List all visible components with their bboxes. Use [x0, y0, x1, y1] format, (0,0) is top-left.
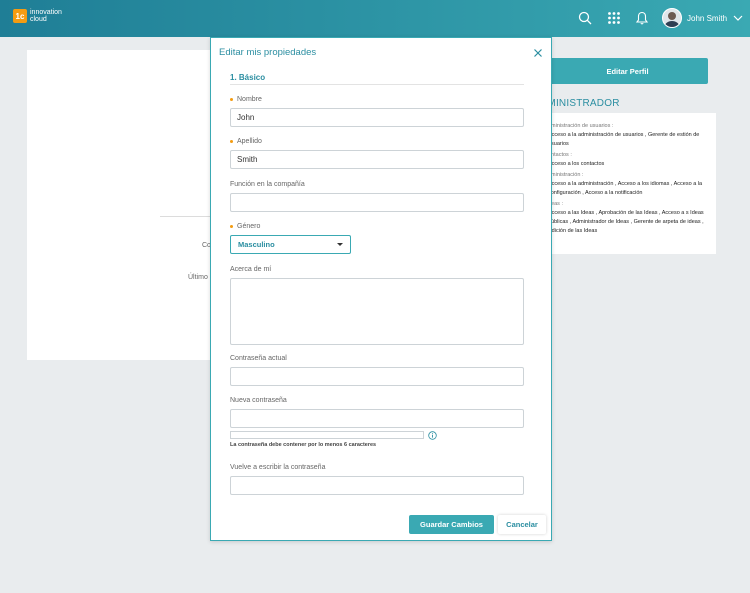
nueva-contrasena-label-text: Nueva contraseña: [230, 397, 287, 404]
logo-badge: 1c: [13, 9, 27, 23]
apellido-label: Apellido: [230, 138, 262, 145]
edit-properties-modal: Editar mis propiedades 1. Básico Nombre …: [210, 37, 552, 541]
permission-values: Acceso a la administración , Acceso a lo…: [548, 181, 703, 196]
funcion-label-text: Función en la compañía: [230, 181, 305, 188]
nueva-contrasena-input[interactable]: [230, 409, 524, 428]
genero-select[interactable]: Masculino: [230, 235, 351, 254]
permission-category: dministración :: [548, 172, 584, 178]
save-changes-button[interactable]: Guardar Cambios: [409, 515, 494, 534]
permission-values: Acceso a los contactos: [548, 161, 605, 167]
permission-category: dministración de usuarios :: [548, 123, 614, 129]
nombre-input[interactable]: John: [230, 108, 524, 127]
logo-line-1: innovation: [30, 9, 62, 16]
repetir-contrasena-input[interactable]: [230, 476, 524, 495]
acerca-label-text: Acerca de mí: [230, 266, 272, 273]
modal-title: Editar mis propiedades: [219, 47, 317, 58]
logo-line-2: cloud: [30, 16, 47, 23]
search-icon[interactable]: [578, 11, 592, 25]
contrasena-actual-label-text: Contraseña actual: [230, 355, 287, 362]
permission-category: deas :: [548, 201, 563, 207]
contrasena-actual-label: Contraseña actual: [230, 355, 287, 362]
logo-text: innovation cloud: [30, 9, 62, 23]
genero-selected-value: Masculino: [238, 240, 275, 249]
required-indicator: [230, 98, 233, 101]
permission-values: Acceso a la administración de usuarios ,…: [548, 132, 700, 147]
user-name[interactable]: John Smith: [687, 14, 727, 23]
genero-label-text: Género: [237, 223, 261, 230]
required-indicator: [230, 225, 233, 228]
password-hint: La contraseña debe contener por lo menos…: [230, 442, 377, 448]
close-icon[interactable]: [533, 48, 543, 58]
acerca-textarea[interactable]: [230, 278, 524, 345]
permission-category: ontactos :: [548, 152, 572, 158]
user-menu[interactable]: John Smith: [662, 8, 743, 28]
nombre-label: Nombre: [230, 96, 262, 103]
caret-down-icon: [337, 243, 343, 246]
info-icon[interactable]: [428, 431, 437, 440]
logo[interactable]: 1c innovation cloud: [13, 9, 62, 23]
bell-icon[interactable]: [635, 11, 649, 25]
password-strength-bar: [230, 431, 424, 439]
repetir-contrasena-label-text: Vuelve a escribir la contraseña: [230, 464, 326, 471]
nombre-label-text: Nombre: [237, 96, 262, 103]
funcion-input[interactable]: [230, 193, 524, 212]
permission-values: Acceso a las Ideas , Aprobación de las I…: [548, 210, 704, 234]
acerca-label: Acerca de mí: [230, 266, 271, 273]
section-title: 1. Básico: [230, 73, 266, 82]
top-bar: 1c innovation cloud John Smith: [0, 0, 750, 37]
card-text-fragment: Último: [188, 274, 208, 281]
contrasena-actual-input[interactable]: [230, 367, 524, 386]
edit-profile-button[interactable]: Editar Perfil: [547, 58, 708, 84]
genero-label: Género: [230, 223, 260, 230]
cancel-button[interactable]: Cancelar: [498, 515, 546, 534]
nueva-contrasena-label: Nueva contraseña: [230, 397, 287, 404]
repetir-contrasena-label: Vuelve a escribir la contraseña: [230, 464, 325, 471]
apellido-label-text: Apellido: [237, 138, 262, 145]
permissions-card: dministración de usuarios : Acceso a la …: [540, 113, 716, 254]
required-indicator: [230, 140, 233, 143]
apps-grid-icon[interactable]: [607, 11, 621, 25]
section-divider: [230, 84, 524, 85]
apellido-input[interactable]: Smith: [230, 150, 524, 169]
avatar[interactable]: [662, 8, 682, 28]
chevron-down-icon[interactable]: [733, 15, 743, 21]
funcion-label: Función en la compañía: [230, 181, 305, 188]
